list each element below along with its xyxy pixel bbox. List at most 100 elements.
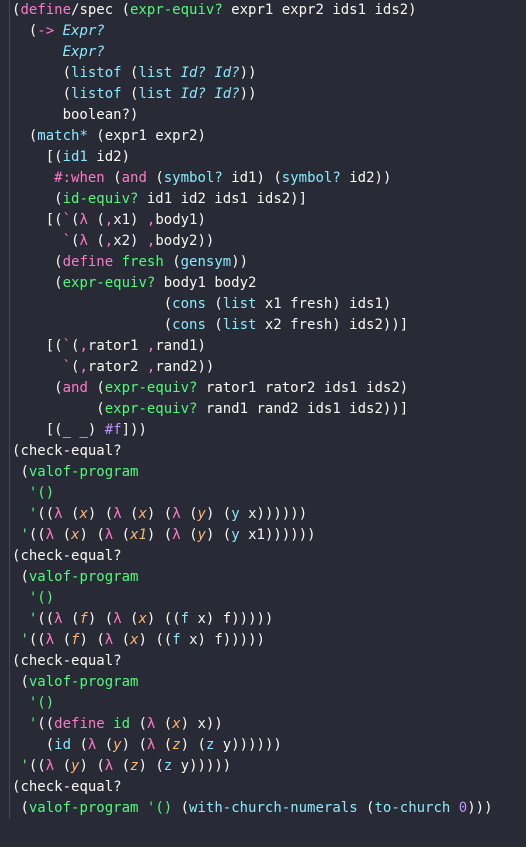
token: λ <box>54 506 62 522</box>
token: ) ( <box>147 527 172 543</box>
token: #:when <box>54 170 105 186</box>
code-line[interactable]: (match* (expr1 expr2) <box>12 126 493 147</box>
code-line[interactable]: (check-equal? <box>12 777 493 798</box>
token: ( <box>113 758 130 774</box>
code-line[interactable]: (check-equal? <box>12 651 493 672</box>
code-line[interactable]: (and (expr-equiv? rator1 rator2 ids1 ids… <box>12 378 493 399</box>
token: f <box>79 611 87 627</box>
code-line[interactable]: boolean?) <box>12 105 493 126</box>
code-line[interactable]: (valof-program <box>12 567 493 588</box>
code-line[interactable]: `(λ (,x2) ,body2)) <box>12 231 493 252</box>
token: ) x)) <box>181 716 223 732</box>
token: )) <box>240 86 257 102</box>
token: ( <box>54 527 71 543</box>
token: ( <box>181 527 198 543</box>
code-area[interactable]: (define/spec (expr-equiv? expr1 expr2 id… <box>10 0 493 819</box>
token: ( <box>164 317 172 333</box>
code-line[interactable]: '((λ (x) (λ (x1) (λ (y) (y x1)))))) <box>12 525 493 546</box>
token: x <box>138 611 146 627</box>
code-line[interactable]: '() <box>12 693 493 714</box>
token: list <box>138 65 172 81</box>
token: expr-equiv? <box>63 275 156 291</box>
token: ( <box>54 275 62 291</box>
token: valof-program <box>29 674 139 690</box>
token: ( <box>358 800 375 816</box>
code-line[interactable]: '() <box>12 588 493 609</box>
token: ` <box>63 233 71 249</box>
code-line[interactable]: Expr? <box>12 42 493 63</box>
code-line[interactable]: (cons (list x2 fresh) ids2))] <box>12 315 493 336</box>
code-line[interactable]: (-> Expr? <box>12 21 493 42</box>
token: ( <box>20 800 28 816</box>
code-line[interactable]: '((λ (f) (λ (x) ((f x) f))))) <box>12 630 493 651</box>
code-line[interactable]: (valof-program <box>12 462 493 483</box>
code-line[interactable]: (define/spec (expr-equiv? expr1 expr2 id… <box>12 0 493 21</box>
code-line[interactable]: [(_ _) #f])) <box>12 420 493 441</box>
token: (( <box>37 611 54 627</box>
token: ( <box>54 758 71 774</box>
code-line[interactable]: [(`(λ (,x1) ,body1) <box>12 210 493 231</box>
code-line[interactable]: #:when (and (symbol? id1) (symbol? id2)) <box>12 168 493 189</box>
token: -> <box>37 23 54 39</box>
token: ( <box>206 317 223 333</box>
code-line[interactable]: '((λ (f) (λ (x) ((f x) f))))) <box>12 609 493 630</box>
token: ` <box>63 359 71 375</box>
token <box>172 65 180 81</box>
token: x <box>138 506 146 522</box>
token <box>138 800 146 816</box>
code-line[interactable]: '((λ (x) (λ (x) (λ (y) (y x)))))) <box>12 504 493 525</box>
token: ( <box>147 170 164 186</box>
token: λ <box>105 758 113 774</box>
token: , <box>79 359 87 375</box>
code-line[interactable]: (id (λ (y) (λ (z) (z y)))))) <box>12 735 493 756</box>
token: and <box>63 380 88 396</box>
token: ) <box>130 107 138 123</box>
token: list <box>223 296 257 312</box>
code-line[interactable]: '((λ (y) (λ (z) (z y))))) <box>12 756 493 777</box>
token: ) (( <box>147 611 181 627</box>
token: ) ( <box>206 527 231 543</box>
token: list <box>138 86 172 102</box>
token: ( <box>122 86 139 102</box>
code-line[interactable]: (id-equiv? id1 id2 ids1 ids2)] <box>12 189 493 210</box>
code-line[interactable]: (check-equal? <box>12 546 493 567</box>
token: λ <box>54 611 62 627</box>
token: Expr? <box>63 23 105 39</box>
token: ) (( <box>139 632 173 648</box>
code-line[interactable]: (valof-program '() (with-church-numerals… <box>12 798 493 819</box>
token: ( <box>164 296 172 312</box>
token: ( <box>181 506 198 522</box>
token <box>105 716 113 732</box>
code-line[interactable]: `(,rator2 ,rand2)) <box>12 357 493 378</box>
token: z <box>172 737 180 753</box>
code-line[interactable]: [(id1 id2) <box>12 147 493 168</box>
code-line[interactable]: (define fresh (gensym)) <box>12 252 493 273</box>
token <box>450 800 458 816</box>
code-line[interactable]: (valof-program <box>12 672 493 693</box>
token: ` <box>63 212 71 228</box>
code-line[interactable]: (listof (list Id? Id?)) <box>12 63 493 84</box>
token: id1 id2 ids1 ids2)] <box>138 191 307 207</box>
token: check-equal? <box>20 548 121 564</box>
token: ( <box>54 191 62 207</box>
token: λ <box>172 527 180 543</box>
code-line[interactable]: (cons (list x1 fresh) ids1) <box>12 294 493 315</box>
code-line[interactable]: [(`(,rator1 ,rand1) <box>12 336 493 357</box>
code-line[interactable]: '() <box>12 483 493 504</box>
token: ( <box>206 296 223 312</box>
token: λ <box>46 527 54 543</box>
token: _ <box>63 422 71 438</box>
code-editor[interactable]: (define/spec (expr-equiv? expr1 expr2 id… <box>0 0 526 819</box>
code-line[interactable]: (listof (list Id? Id?)) <box>12 84 493 105</box>
code-line[interactable]: (expr-equiv? rand1 rand2 ids1 ids2))] <box>12 399 493 420</box>
token: valof-program <box>29 800 139 816</box>
token: expr-equiv? <box>105 401 198 417</box>
token: rator1 <box>88 338 147 354</box>
token: check-equal? <box>20 443 121 459</box>
code-line[interactable]: '((define id (λ (x) x)) <box>12 714 493 735</box>
code-line[interactable]: (check-equal? <box>12 441 493 462</box>
token: rator2 <box>88 359 147 375</box>
token: listof <box>71 86 122 102</box>
code-line[interactable]: (expr-equiv? body1 body2 <box>12 273 493 294</box>
token: id1 <box>63 149 88 165</box>
